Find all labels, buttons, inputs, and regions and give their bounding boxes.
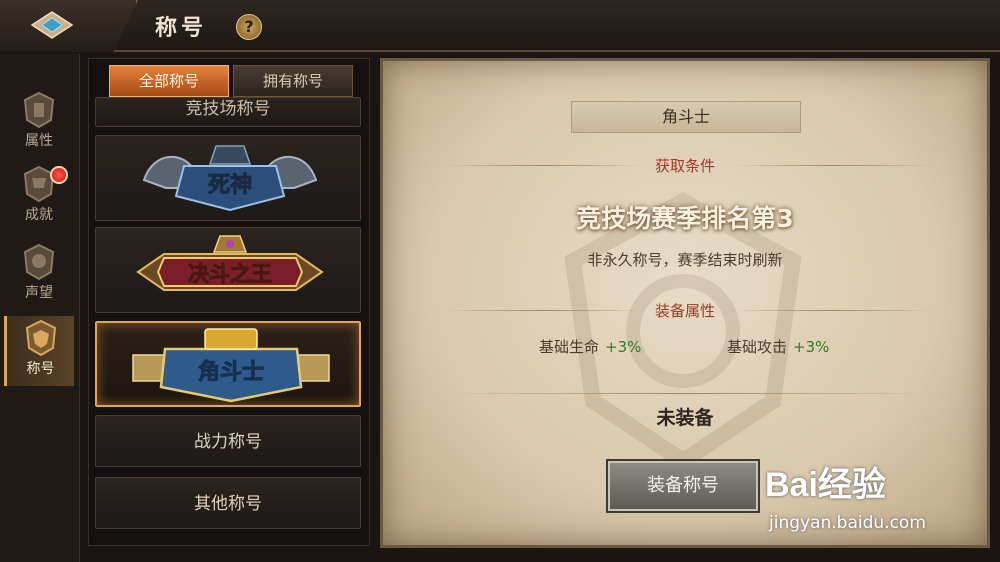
tab-all-titles[interactable]: 全部称号 — [109, 65, 229, 97]
title-badge-row[interactable]: 死神 — [95, 135, 361, 221]
diamond-back-icon — [30, 11, 74, 39]
acquire-condition: 竞技场赛季排名第3 — [576, 204, 794, 233]
baidu-watermark: Bai经验 jingyan.baidu.com — [765, 455, 995, 545]
death-title-badge: 死神 — [142, 145, 318, 212]
sidebar: 属性 成就 声望 称号 — [0, 54, 80, 562]
condition-description: 非永久称号，赛季结束时刷新 — [587, 251, 783, 269]
category-row-power[interactable]: 战力称号 — [95, 415, 361, 467]
divider — [443, 393, 933, 394]
sidebar-item-reputation[interactable]: 声望 — [4, 240, 74, 304]
condition-section-title: 获取条件 — [654, 157, 715, 175]
top-bar: 称号 ? — [0, 0, 1000, 52]
badge-text: 死神 — [208, 172, 252, 198]
attribute-value: +3% — [605, 338, 642, 356]
tab-owned-titles[interactable]: 拥有称号 — [233, 65, 353, 97]
duel-king-title-badge: 决斗之王 — [136, 235, 324, 291]
badge-text: 角斗士 — [198, 359, 264, 385]
back-button[interactable] — [0, 0, 138, 52]
title-badge-row[interactable]: 决斗之王 — [95, 227, 361, 313]
category-row-arena[interactable]: 竞技场称号 — [95, 97, 361, 127]
reputation-emblem-icon — [23, 243, 55, 281]
title-list-panel: 全部称号 拥有称号 竞技场称号 死神 决斗之王 角斗士 战力称号 其他称号 — [88, 58, 370, 546]
help-button[interactable]: ? — [236, 14, 262, 40]
sidebar-item-label: 属性 — [25, 133, 53, 149]
attribute-emblem-icon — [23, 91, 55, 129]
sidebar-item-achievement[interactable]: 成就 — [4, 162, 74, 226]
gladiator-title-badge: 角斗士 — [132, 328, 330, 403]
notification-dot — [50, 166, 68, 184]
sidebar-item-label: 声望 — [25, 285, 53, 301]
sidebar-item-title[interactable]: 称号 — [4, 316, 74, 386]
title-name-plate: 角斗士 — [571, 101, 801, 133]
attribute-name: 基础生命 — [539, 338, 600, 356]
attribute-name: 基础攻击 — [727, 338, 788, 356]
attribute-value: +3% — [793, 338, 830, 356]
sidebar-item-label: 称号 — [26, 361, 55, 377]
category-row-other[interactable]: 其他称号 — [95, 477, 361, 529]
baidu-logo: Bai经验 — [765, 466, 886, 504]
page-title: 称号 — [155, 16, 208, 41]
equip-status: 未装备 — [656, 407, 714, 429]
attribute-section-title: 装备属性 — [654, 302, 715, 320]
sidebar-item-attribute[interactable]: 属性 — [4, 88, 74, 152]
attribute-base-hp: 基础生命 +3% — [539, 336, 641, 357]
badge-text: 决斗之王 — [188, 262, 272, 286]
equip-title-button[interactable]: 装备称号 — [608, 461, 758, 511]
title-emblem-icon — [25, 319, 56, 357]
sidebar-item-label: 成就 — [25, 207, 53, 223]
baidu-url: jingyan.baidu.com — [769, 513, 926, 533]
tab-bar: 全部称号 拥有称号 — [109, 65, 353, 99]
category-row-label: 竞技场称号 — [185, 99, 271, 119]
title-badge-row-selected[interactable]: 角斗士 — [95, 321, 361, 407]
attribute-base-attack: 基础攻击 +3% — [727, 336, 829, 357]
